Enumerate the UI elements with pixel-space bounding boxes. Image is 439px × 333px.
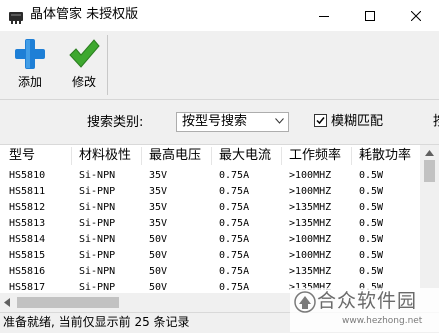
cell-voltage: 35V: [149, 170, 168, 181]
edit-label: 修改: [71, 75, 96, 89]
cell-frequency: >100MHZ: [289, 186, 332, 197]
minimize-icon: [319, 15, 329, 17]
toolbar: 添加 修改: [0, 31, 439, 100]
table-row[interactable]: HS5815 Si-PNP 50V 0.75A >100MHZ 0.5W: [0, 248, 420, 264]
cell-material: Si-NPN: [79, 234, 116, 245]
cell-power: 0.5W: [359, 266, 384, 277]
table-row[interactable]: HS5816 Si-NPN 50V 0.75A >135MHZ 0.5W: [0, 264, 420, 280]
fuzzy-match-label[interactable]: 模糊匹配: [331, 114, 383, 130]
cell-voltage: 35V: [149, 218, 168, 229]
close-icon: [411, 10, 421, 21]
cell-model: HS5815: [9, 250, 46, 261]
cell-model: HS5811: [9, 186, 46, 197]
column-divider[interactable]: [211, 147, 212, 165]
cell-frequency: >100MHZ: [289, 234, 332, 245]
scroll-up-arrow-icon[interactable]: [425, 150, 434, 156]
cell-voltage: 35V: [149, 202, 168, 213]
cell-model: HS5814: [9, 234, 46, 245]
table-row[interactable]: HS5811 Si-PNP 35V 0.75A >100MHZ 0.5W: [0, 184, 420, 200]
watermark-logo-icon: [294, 291, 316, 313]
cell-material: Si-PNP: [79, 250, 116, 261]
cell-model: HS5810: [9, 170, 46, 181]
vertical-scrollbar[interactable]: [420, 145, 439, 293]
column-header-frequency[interactable]: 工作频率: [289, 148, 341, 164]
search-bar: 搜索类别: 按型号搜索 模糊匹配 按: [0, 100, 439, 144]
cell-material: Si-PNP: [79, 218, 116, 229]
vertical-scroll-thumb[interactable]: [424, 160, 435, 182]
search-category-label: 搜索类别:: [87, 115, 144, 130]
cell-current: 0.75A: [219, 250, 250, 261]
maximize-button[interactable]: [347, 0, 393, 31]
column-header-material[interactable]: 材料极性: [79, 148, 131, 164]
column-header-model[interactable]: 型号: [9, 148, 35, 164]
cell-current: 0.75A: [219, 218, 250, 229]
cell-power: 0.5W: [359, 218, 384, 229]
watermark: 合众软件园 www.hezhong.net: [290, 288, 439, 332]
minimize-button[interactable]: [301, 0, 347, 31]
search-category-value: 按型号搜索: [182, 114, 248, 129]
app-transistor-icon: [9, 12, 23, 24]
column-header-max-voltage[interactable]: 最高电压: [149, 148, 201, 164]
edit-button[interactable]: 修改: [58, 35, 110, 93]
cell-current: 0.75A: [219, 234, 250, 245]
cell-current: 0.75A: [219, 170, 250, 181]
column-divider[interactable]: [281, 147, 282, 165]
title-bar: 晶体管家 未授权版: [0, 0, 439, 32]
cell-frequency: >135MHZ: [289, 266, 332, 277]
cell-frequency: >135MHZ: [289, 218, 332, 229]
chevron-down-icon: [275, 118, 284, 124]
horizontal-scroll-thumb[interactable]: [17, 297, 119, 308]
cell-voltage: 35V: [149, 186, 168, 197]
status-text: 准备就绪, 当前仅显示前 25 条记录: [3, 315, 190, 329]
cell-voltage: 50V: [149, 250, 168, 261]
cell-power: 0.5W: [359, 186, 384, 197]
cell-current: 0.75A: [219, 202, 250, 213]
cell-material: Si-NPN: [79, 202, 116, 213]
scroll-left-arrow-icon[interactable]: [4, 298, 10, 307]
add-label: 添加: [17, 75, 42, 89]
table-row[interactable]: HS5814 Si-NPN 50V 0.75A >100MHZ 0.5W: [0, 232, 420, 248]
cell-frequency: >135MHZ: [289, 202, 332, 213]
column-divider[interactable]: [71, 147, 72, 165]
cell-power: 0.5W: [359, 202, 384, 213]
cell-model: HS5816: [9, 266, 46, 277]
cell-frequency: >100MHZ: [289, 170, 332, 181]
cell-material: Si-PNP: [79, 186, 116, 197]
table-row[interactable]: HS5813 Si-PNP 35V 0.75A >135MHZ 0.5W: [0, 216, 420, 232]
plus-icon: [15, 39, 45, 69]
check-icon: [316, 117, 325, 125]
add-button[interactable]: 添加: [4, 35, 56, 93]
toolbar-separator: [107, 35, 108, 95]
maximize-icon: [365, 10, 375, 21]
column-divider[interactable]: [351, 147, 352, 165]
search-category-dropdown[interactable]: 按型号搜索: [176, 112, 289, 132]
cell-current: 0.75A: [219, 266, 250, 277]
cell-voltage: 50V: [149, 234, 168, 245]
watermark-url: www.hezhong.net: [342, 316, 423, 326]
watermark-title: 合众软件园: [317, 290, 418, 312]
cell-current: 0.75A: [219, 186, 250, 197]
cell-power: 0.5W: [359, 234, 384, 245]
window-title: 晶体管家 未授权版: [30, 7, 139, 22]
clipped-search-label: 按: [433, 114, 439, 130]
column-divider[interactable]: [141, 147, 142, 165]
column-header-power[interactable]: 耗散功率: [359, 148, 411, 164]
table-header: 型号 材料极性 最高电压 最大电流 工作频率 耗散功率: [0, 145, 420, 167]
cell-voltage: 50V: [149, 266, 168, 277]
table-row[interactable]: HS5812 Si-NPN 35V 0.75A >135MHZ 0.5W: [0, 200, 420, 216]
column-header-max-current[interactable]: 最大电流: [219, 148, 271, 164]
cell-model: HS5813: [9, 218, 46, 229]
table-row[interactable]: HS5810 Si-NPN 35V 0.75A >100MHZ 0.5W: [0, 168, 420, 184]
cell-model: HS5812: [9, 202, 46, 213]
fuzzy-match-checkbox[interactable]: [314, 114, 327, 127]
close-button[interactable]: [393, 0, 439, 31]
cell-power: 0.5W: [359, 250, 384, 261]
cell-material: Si-NPN: [79, 266, 116, 277]
cell-frequency: >100MHZ: [289, 250, 332, 261]
cell-material: Si-NPN: [79, 170, 116, 181]
checkmark-icon: [69, 39, 100, 68]
cell-power: 0.5W: [359, 170, 384, 181]
